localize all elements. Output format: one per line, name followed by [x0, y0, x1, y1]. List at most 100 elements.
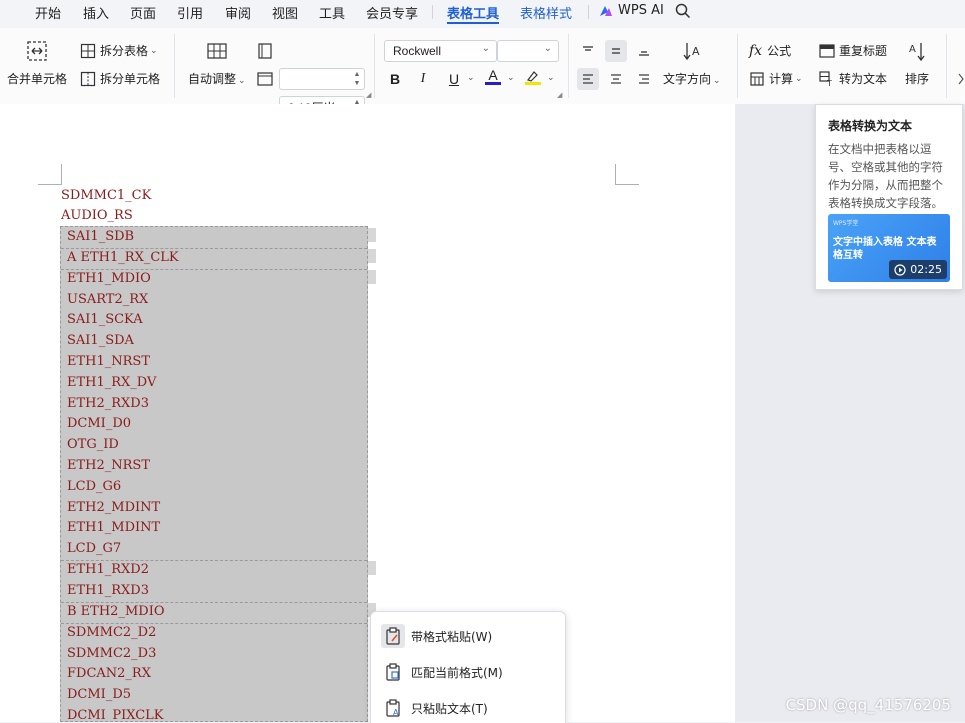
split-table-button[interactable]: 拆分表格 ⌄ — [80, 42, 158, 59]
underline-button[interactable]: U — [443, 68, 465, 90]
crop-mark — [615, 164, 616, 185]
auto-fit-button[interactable]: 自动调整 ⌄ — [188, 40, 246, 87]
align-top-button[interactable] — [577, 40, 599, 62]
ribbon-separator — [737, 34, 738, 98]
table-cell[interactable]: SAI1_SDB — [67, 227, 367, 247]
formula-label: 公式 — [767, 44, 792, 58]
formula-button[interactable]: fx 公式 — [749, 42, 791, 59]
dialog-launcher-icon[interactable]: ◢ — [366, 91, 371, 99]
ribbon-separator — [946, 34, 947, 98]
table-cell[interactable]: ETH2_NRST — [67, 456, 367, 476]
paste-text-only-item[interactable]: A 只粘贴文本(T) — [381, 695, 488, 721]
menu-references[interactable]: 引用 — [177, 3, 203, 22]
tab-table-style[interactable]: 表格样式 — [520, 3, 572, 22]
table-cell[interactable]: SAI1_SDA — [67, 331, 367, 351]
sort-button[interactable]: A 排序 — [905, 40, 929, 87]
split-cells-label: 拆分单元格 — [100, 72, 161, 86]
table-cell[interactable]: USART2_RX — [67, 290, 367, 310]
table-cell[interactable]: ETH1_NRST — [67, 352, 367, 372]
thumbnail-caption: 文字中插入表格 文本表格互转 — [833, 237, 937, 261]
merge-cells-button[interactable]: 合并单元格 — [7, 40, 67, 87]
paste-text-only-label: 只粘贴文本(T) — [411, 701, 488, 716]
table-cell[interactable]: A ETH1_RX_CLK — [67, 248, 367, 268]
menu-page[interactable]: 页面 — [130, 3, 156, 22]
table-cell[interactable]: DCMI_D0 — [67, 414, 367, 434]
chevron-down-icon[interactable]: ⌄ — [547, 73, 555, 83]
chevron-down-icon[interactable]: ⌄ — [467, 73, 475, 83]
tab-table-tools[interactable]: 表格工具 — [447, 3, 499, 22]
table-cell[interactable]: DCMI_D5 — [67, 685, 367, 705]
table-cell[interactable]: LCD_G7 — [67, 539, 367, 559]
menu-insert[interactable]: 插入 — [83, 3, 109, 22]
video-duration-badge[interactable]: 02:25 — [889, 260, 947, 279]
align-bottom-button[interactable] — [633, 40, 655, 62]
convert-to-text-label: 转为文本 — [839, 72, 888, 86]
convert-to-text-button[interactable]: T 转为文本 — [819, 70, 887, 87]
table-cell[interactable]: ETH1_RXD2 — [67, 560, 367, 580]
font-name-select[interactable]: Rockwell ⌄ — [384, 40, 497, 62]
table-cell[interactable]: ETH1_MDIO — [67, 269, 367, 289]
font-size-select[interactable]: ⌄ — [497, 40, 559, 62]
table-cell[interactable]: SDMMC2_D3 — [67, 644, 367, 664]
chevron-down-icon[interactable]: ⌄ — [507, 73, 515, 83]
search-icon — [675, 3, 691, 19]
split-cells-button[interactable]: 拆分单元格 — [80, 70, 160, 87]
menu-review[interactable]: 审阅 — [225, 3, 251, 22]
table-cell[interactable]: ETH2_RXD3 — [67, 394, 367, 414]
table-cell[interactable]: DCMI_PIXCLK — [67, 706, 367, 721]
highlight-button[interactable] — [522, 66, 544, 88]
align-right-button[interactable] — [633, 68, 655, 90]
table-cell[interactable]: LCD_G6 — [67, 477, 367, 497]
menu-start[interactable]: 开始 — [35, 3, 61, 22]
video-duration: 02:25 — [910, 263, 942, 276]
watermark: CSDN @qq_41576205 — [785, 696, 951, 714]
align-left-button[interactable] — [577, 68, 599, 90]
menu-view[interactable]: 视图 — [272, 3, 298, 22]
italic-button[interactable]: I — [412, 68, 434, 90]
calculate-button[interactable]: 计算 ⌄ — [750, 70, 803, 87]
table-cell[interactable]: FDCAN2_RX — [67, 664, 367, 684]
row-end-marker — [368, 249, 376, 263]
ribbon-separator — [174, 34, 175, 98]
table-cell[interactable]: OTG_ID — [67, 435, 367, 455]
table-cell[interactable]: ETH2_MDINT — [67, 498, 367, 518]
align-center-icon — [611, 74, 621, 84]
sort-icon: A — [909, 43, 925, 62]
tooltip-title: 表格转换为文本 — [828, 119, 913, 133]
table-cell[interactable]: ETH1_RX_DV — [67, 373, 367, 393]
search-button[interactable] — [675, 3, 691, 19]
document-line[interactable]: AUDIO_RS — [61, 206, 133, 226]
table-cell[interactable]: B ETH2_MDIO — [67, 602, 367, 622]
row-height-field[interactable]: ▲ ▼ — [279, 68, 365, 90]
menu-member[interactable]: 会员专享 — [366, 3, 418, 22]
paste-keep-format-item[interactable]: 带格式粘贴(W) — [381, 623, 492, 649]
text-direction-button[interactable]: A 文字方向 ⌄ — [663, 40, 721, 87]
chevron-down-icon: ⌄ — [795, 73, 803, 84]
tutorial-video-thumbnail[interactable]: WPS学堂 文字中插入表格 文本表格互转 02:25 — [828, 214, 950, 282]
table-cell[interactable]: SAI1_SCKA — [67, 310, 367, 330]
repeat-header-button[interactable]: 重复标题 — [819, 42, 887, 59]
auto-fit-label: 自动调整 ⌄ — [188, 72, 246, 86]
clipboard-match-icon — [381, 660, 405, 684]
bold-button[interactable]: B — [384, 68, 406, 90]
document-line[interactable]: SDMMC1_CK — [61, 186, 151, 206]
table-cell[interactable]: ETH1_RXD3 — [67, 581, 367, 601]
menu-tools[interactable]: 工具 — [319, 3, 345, 22]
column-width-icon — [256, 70, 274, 88]
align-middle-button[interactable] — [605, 40, 627, 62]
paste-match-format-item[interactable]: 匹配当前格式(M) — [381, 659, 503, 685]
font-color-swatch — [485, 82, 501, 85]
table-cell[interactable]: ETH1_MDINT — [67, 518, 367, 538]
more-ribbon-indicator[interactable] — [957, 72, 965, 86]
font-color-button[interactable]: A — [482, 66, 504, 88]
table-cell[interactable]: SDMMC2_D2 — [67, 623, 367, 643]
text-direction-label: 文字方向 ⌄ — [663, 72, 721, 86]
stepper-icon[interactable]: ▲▼ — [352, 70, 362, 88]
dialog-launcher-icon[interactable]: ◢ — [557, 91, 562, 99]
calculator-icon — [750, 71, 764, 86]
align-center-button[interactable] — [605, 68, 627, 90]
repeat-header-icon — [819, 43, 835, 58]
wps-ai-button[interactable]: WPS AI — [599, 3, 664, 18]
selected-table[interactable]: SAI1_SDB A ETH1_RX_CLK ETH1_MDIO USART2_… — [60, 226, 368, 722]
svg-text:A: A — [393, 708, 399, 717]
